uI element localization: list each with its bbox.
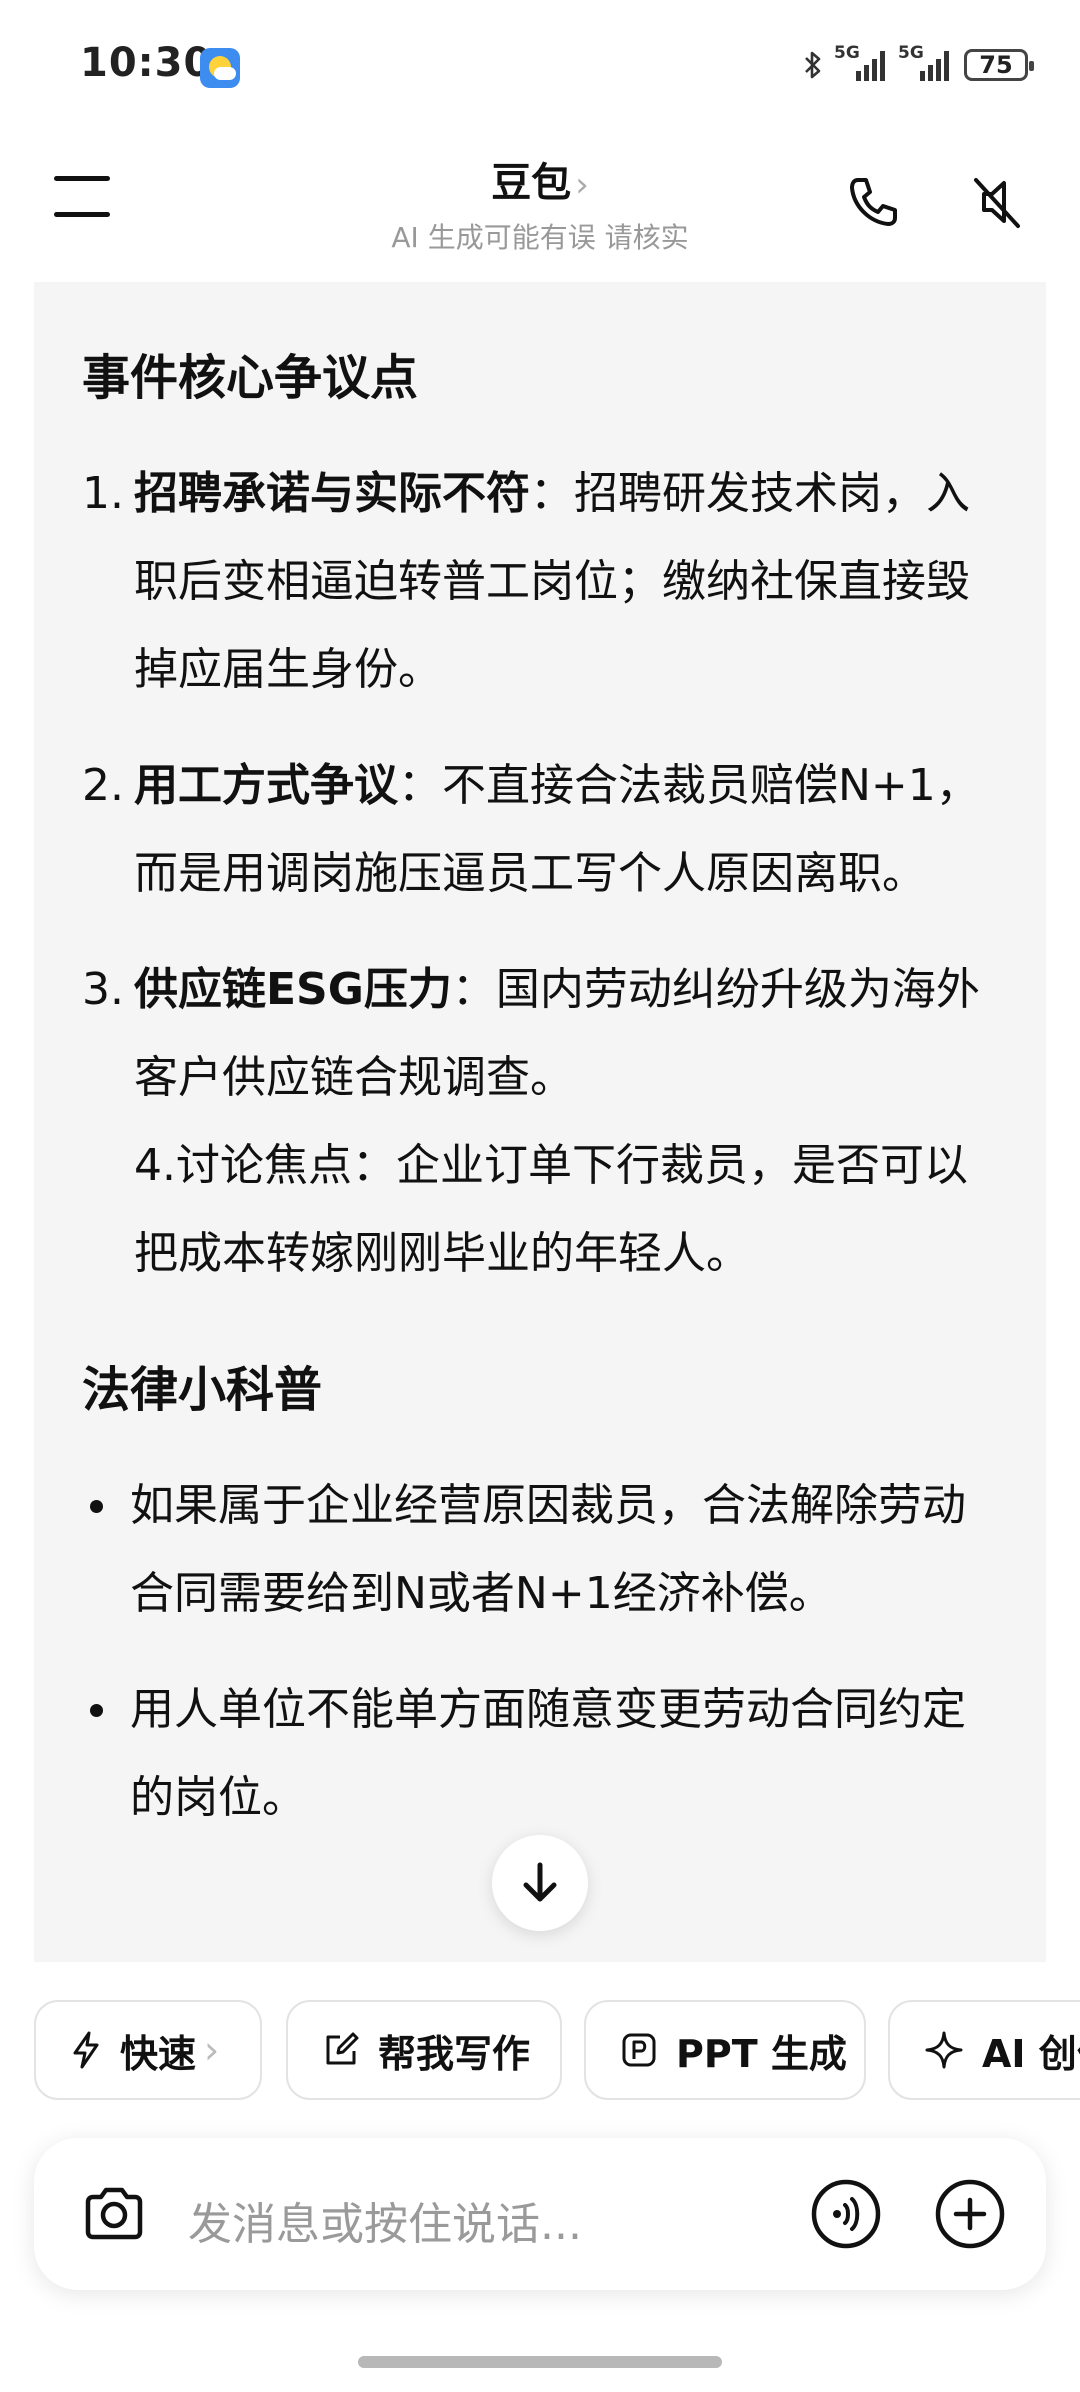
weather-icon	[200, 48, 240, 88]
bullet-item: 如果属于企业经营原因裁员，合法解除劳动合同需要给到N或者N+1经济补偿。	[82, 1462, 996, 1638]
list-item-continuation: 4.讨论焦点：企业订单下行裁员，是否可以把成本转嫁刚刚毕业的年轻人。	[134, 1140, 968, 1279]
ai-disclaimer: AI 生成可能有误 请核实	[391, 221, 689, 254]
status-bar: 10:30 5G 5G 75	[0, 0, 1080, 130]
chip-fast[interactable]: 快速 ›	[34, 2000, 262, 2100]
camera-icon[interactable]	[78, 2178, 150, 2250]
list-item: 1. 招聘承诺与实际不符：招聘研发技术岗，入职后变相逼迫转普工岗位；缴纳社保直接毁…	[82, 468, 970, 695]
chat-title[interactable]: 豆包 ›	[0, 150, 1080, 208]
chip-ppt[interactable]: PPT 生成	[584, 2000, 866, 2100]
sparkle-icon	[925, 2031, 963, 2069]
chevron-right-icon: ›	[204, 2028, 220, 2072]
home-indicator[interactable]	[358, 2356, 722, 2368]
bluetooth-icon	[805, 51, 821, 79]
chevron-right-icon: ›	[575, 165, 589, 205]
message-input-bar: 发消息或按住说话...	[34, 2138, 1046, 2290]
speaker-mute-icon[interactable]	[964, 170, 1028, 234]
signal-icon: 5G	[834, 43, 888, 81]
section-title-controversy: 事件核心争议点	[82, 350, 419, 406]
lightning-icon	[73, 2031, 99, 2069]
battery-icon: 75	[964, 49, 1034, 81]
list-item: 3. 供应链ESG压力：国内劳动纠纷升级为海外客户供应链合规调查。	[82, 964, 980, 1103]
voice-call-icon[interactable]	[810, 2178, 882, 2250]
ppt-icon	[622, 2033, 656, 2067]
status-icons: 5G 5G 75	[802, 43, 1034, 86]
section-title-law: 法律小科普	[82, 1362, 323, 1418]
list-item: 2. 用工方式争议：不直接合法裁员赔偿N+1，而是用调岗施压逼员工写个人原因离职。	[82, 760, 980, 899]
arrow-down-icon	[523, 1862, 557, 1902]
status-time: 10:30	[80, 40, 213, 86]
chip-writing[interactable]: 帮我写作	[286, 2000, 562, 2100]
quick-actions: 快速› 帮我写作 PPT 生成 AI 创作	[34, 2000, 1080, 2104]
ai-message: 事件核心争议点 1. 招聘承诺与实际不符：招聘研发技术岗，入职后变相逼迫转普工岗位…	[34, 282, 1046, 1962]
chat-title-area[interactable]: 豆包 › AI 生成可能有误 请核实	[0, 150, 1080, 256]
message-input[interactable]: 发消息或按住说话...	[188, 2188, 582, 2252]
chip-ai-create[interactable]: AI 创作	[888, 2000, 1080, 2100]
phone-call-icon[interactable]	[840, 170, 904, 234]
edit-icon	[326, 2032, 359, 2065]
add-icon[interactable]	[934, 2178, 1006, 2250]
bullet-item: 用人单位不能单方面随意变更劳动合同约定的岗位。	[82, 1666, 996, 1842]
signal-icon-2: 5G	[898, 43, 952, 81]
scroll-to-bottom-button[interactable]	[492, 1835, 588, 1931]
chat-header: 豆包 › AI 生成可能有误 请核实	[0, 130, 1080, 270]
